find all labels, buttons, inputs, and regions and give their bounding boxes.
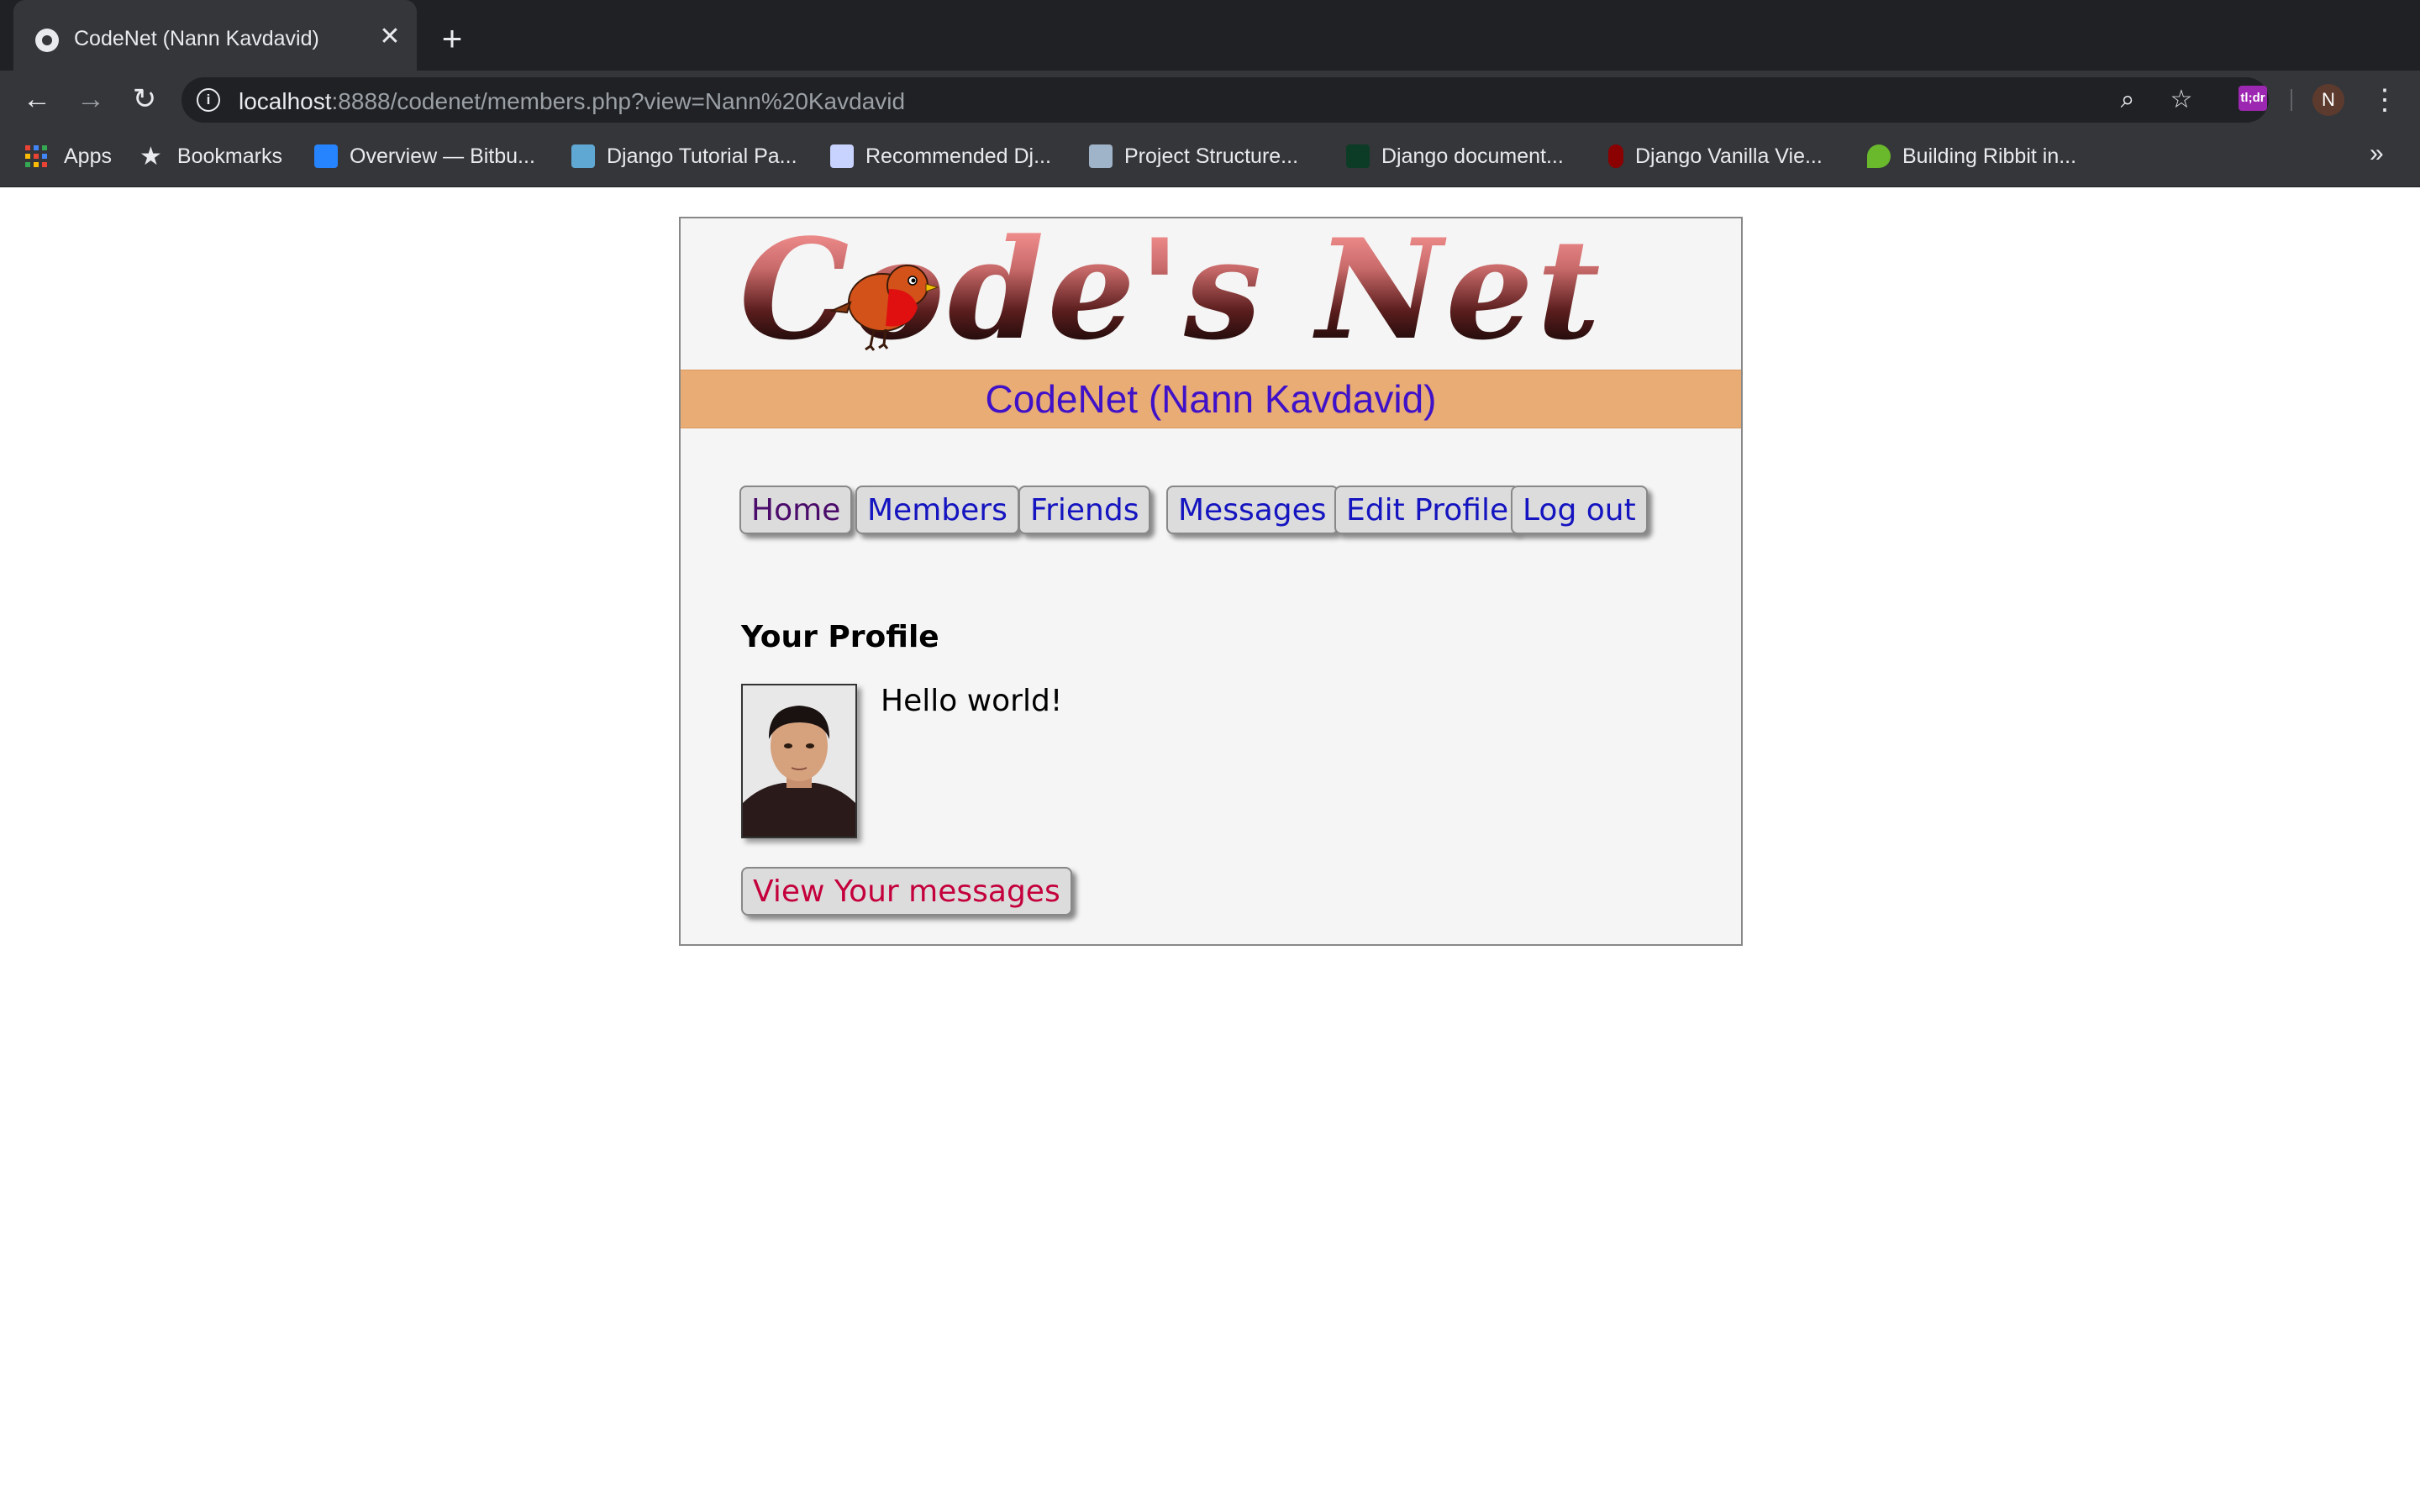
menu-messages-button[interactable]: Messages [1166, 486, 1339, 534]
bookmark-bitbucket[interactable]: Overview — Bitbu... [314, 141, 535, 171]
devsts-icon [830, 144, 854, 168]
tab-title: CodeNet (Nann Kavdavid) [74, 27, 319, 50]
ribbit-icon [1867, 144, 1891, 168]
url-text[interactable]: localhost:8888/codenet/members.php?view=… [239, 88, 905, 115]
browser-tab[interactable]: CodeNet (Nann Kavdavid) ✕ [13, 0, 417, 71]
toolbar-separator [2291, 89, 2292, 111]
star-icon: ★ [139, 142, 162, 171]
bookmark-django-docs[interactable]: Django document... [1346, 141, 1564, 171]
new-tab-button[interactable]: + [435, 21, 469, 56]
back-button[interactable]: ← [20, 82, 54, 116]
vanilla-icon [1608, 144, 1623, 168]
reload-button[interactable]: ↻ [128, 82, 161, 116]
dj-icon [1346, 144, 1370, 168]
bookmark-star-icon[interactable]: ☆ [2166, 85, 2196, 115]
forward-button[interactable]: → [74, 82, 108, 116]
url-host: localhost [239, 88, 332, 114]
site-info-icon[interactable]: i [197, 88, 220, 112]
tldr-extension-icon[interactable]: tl;dr [2238, 86, 2267, 111]
bookmark-recommended[interactable]: Recommended Dj... [830, 141, 1051, 171]
bitbucket-icon [314, 144, 338, 168]
profile-portrait [743, 685, 855, 837]
profile-heading: Your Profile [741, 620, 939, 654]
project-structure-icon [1089, 144, 1113, 168]
close-tab-icon[interactable]: ✕ [376, 24, 403, 50]
bookmark-ribbit[interactable]: Building Ribbit in... [1867, 141, 2076, 171]
menu-edit-profile-button[interactable]: Edit Profile [1334, 486, 1521, 534]
profile-avatar[interactable]: N [2312, 84, 2344, 116]
page-banner: CodeNet (Nann Kavdavid) [681, 370, 1741, 428]
bookmark-apps[interactable]: Apps [25, 141, 112, 171]
zoom-icon[interactable]: ⌕ [2112, 85, 2143, 115]
bookmark-django-vanilla[interactable]: Django Vanilla Vie... [1608, 141, 1823, 171]
bookmarks-bar: Apps ★ Bookmarks Overview — Bitbu... Dja… [0, 128, 2420, 187]
menu-members-button[interactable]: Members [855, 486, 1019, 534]
profile-text: Hello world! [881, 684, 1063, 718]
browser-menu-icon[interactable]: ⋮ [2370, 84, 2400, 116]
more-bookmarks-icon[interactable]: » [2370, 139, 2384, 168]
menu-home-button[interactable]: Home [739, 486, 853, 534]
profile-photo [741, 684, 857, 838]
tab-favicon-icon [35, 29, 59, 52]
menu-log-out-button[interactable]: Log out [1511, 486, 1648, 534]
menu-friends-button[interactable]: Friends [1018, 486, 1151, 534]
bookmark-django-tutorial[interactable]: Django Tutorial Pa... [571, 141, 797, 171]
robin-bird-icon [830, 265, 939, 351]
site-logo: Code's Net [739, 218, 1601, 370]
view-messages-button[interactable]: View Your messages [741, 867, 1072, 916]
banner-title: CodeNet (Nann Kavdavid) [985, 377, 1437, 421]
url-path: :8888/codenet/members.php?view=Nann%20Ka… [331, 88, 906, 114]
browser-toolbar: ← → ↻ i localhost:8888/codenet/members.p… [0, 71, 2420, 128]
address-bar[interactable]: i localhost:8888/codenet/members.php?vie… [182, 77, 2269, 123]
bookmark-bookmarks[interactable]: ★ Bookmarks [139, 141, 282, 171]
bookmark-project-structure[interactable]: Project Structure... [1089, 141, 1298, 171]
django-tutorial-icon [571, 144, 595, 168]
apps-grid-icon [25, 145, 47, 167]
page-viewport: Code's Net CodeNet (Nann Kavdavid) Home … [0, 187, 2420, 1512]
site-wrapper: Code's Net CodeNet (Nann Kavdavid) Home … [679, 217, 1743, 946]
tab-strip: CodeNet (Nann Kavdavid) ✕ + [0, 0, 2420, 71]
